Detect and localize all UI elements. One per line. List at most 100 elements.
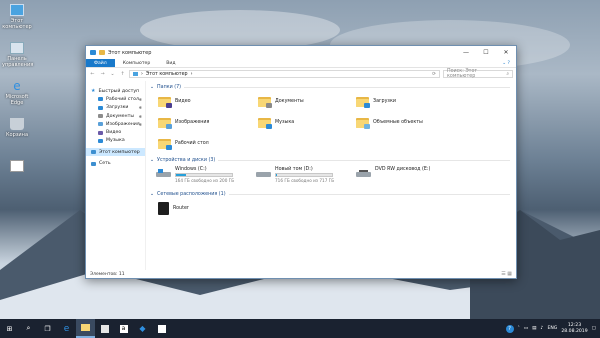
folder-item-downloads[interactable]: Загрузки <box>356 96 396 108</box>
quick-access-folder-icon[interactable] <box>99 50 105 55</box>
app-icon <box>157 324 166 333</box>
folder-item-pictures[interactable]: Изображения <box>158 117 209 129</box>
drive-label: DVD RW дисковод (E:) <box>375 167 431 172</box>
nav-item-downloads[interactable]: Загрузки ✱ <box>86 104 145 112</box>
chevron-up-icon[interactable]: ˄ <box>518 326 520 331</box>
group-title: Сетевые расположения (1) <box>157 192 226 197</box>
address-bar[interactable]: › Этот компьютер › ⟳ <box>129 70 440 78</box>
nav-item-label: Загрузки <box>106 105 129 111</box>
content-pane: ⌄ Папки (7) Видео Документы Загрузки Изо… <box>146 81 516 270</box>
nav-item-desktop[interactable]: Рабочий стол ✱ <box>86 95 145 103</box>
app-taskbar-button[interactable] <box>152 319 171 338</box>
recycle-bin-icon <box>10 118 24 130</box>
refresh-icon[interactable]: ⟳ <box>432 72 439 77</box>
battery-icon[interactable]: ▭ <box>524 326 528 331</box>
group-header-folders[interactable]: ⌄ Папки (7) <box>150 85 510 90</box>
forward-arrow-icon[interactable]: → <box>99 72 106 77</box>
nav-item-this-pc[interactable]: Этот компьютер <box>86 148 145 157</box>
title-bar[interactable]: Этот компьютер — ☐ ✕ <box>86 46 516 59</box>
drive-item-c[interactable]: Windows (C:) 164 ГБ свободно из 200 ГБ <box>156 167 234 183</box>
tab-file[interactable]: Файл <box>86 59 115 67</box>
computer-icon <box>133 72 138 76</box>
language-indicator[interactable]: ENG <box>547 326 557 331</box>
video-icon <box>98 130 103 135</box>
group-header-drives[interactable]: ⌄ Устройства и диски (3) <box>150 158 510 163</box>
group-header-network[interactable]: ⌄ Сетевые расположения (1) <box>150 192 510 197</box>
nav-item-documents[interactable]: Документы ✱ <box>86 112 145 120</box>
videos-folder-icon <box>158 96 172 108</box>
close-button[interactable]: ✕ <box>496 46 516 59</box>
explorer-window: Этот компьютер — ☐ ✕ Файл Компьютер Вид … <box>85 45 517 279</box>
folder-item-3d-objects[interactable]: Объемные объекты <box>356 117 423 129</box>
pictures-icon <box>98 122 103 127</box>
drive-usage-bar <box>175 173 233 177</box>
clock[interactable]: 12:23 28.08.2019 <box>561 323 587 334</box>
maximize-button[interactable]: ☐ <box>476 46 496 59</box>
pin-icon: ✱ <box>138 105 142 111</box>
notifications-icon[interactable]: ▢ <box>592 326 596 331</box>
nav-item-label: Быстрый доступ <box>98 88 140 94</box>
ribbon-tabs: Файл Компьютер Вид ⌄ ? <box>86 59 516 68</box>
desktop-icon-edge[interactable]: e Microsoft Edge <box>2 80 32 106</box>
address-root-chevron: › <box>141 71 143 77</box>
folder-label: Загрузки <box>373 99 396 104</box>
folder-item-music[interactable]: Музыка <box>258 117 294 129</box>
system-tray: ? ˄ ▭ ▤ ♪ ENG 12:23 28.08.2019 ▢ <box>505 323 600 334</box>
desktop-icon-control-panel[interactable]: Панель управления <box>2 42 33 68</box>
address-chevron: › <box>190 71 193 77</box>
nav-item-label: Музыка <box>106 138 125 144</box>
desktop-icon-shortcut[interactable] <box>2 160 32 174</box>
help-icon[interactable]: ? <box>505 324 514 333</box>
drive-capacity: 716 ГБ свободно из 717 ГБ <box>275 178 335 183</box>
desktop-icon-label: Microsoft Edge <box>5 94 29 106</box>
nav-item-label: Рабочий стол <box>106 96 139 102</box>
search-input[interactable]: Поиск: Этот компьютер ⌕ <box>443 69 513 79</box>
task-view-button[interactable]: ❐ <box>38 319 57 338</box>
chevron-down-icon: ⌄ <box>150 85 155 90</box>
nav-item-music[interactable]: Музыка <box>86 137 145 145</box>
nav-item-quick-access[interactable]: ★ Быстрый доступ <box>86 87 145 95</box>
dvd-drive-icon <box>356 169 371 179</box>
tab-computer[interactable]: Компьютер <box>115 59 159 67</box>
nav-item-network[interactable]: Сеть <box>86 159 145 167</box>
desktop-icon-computer[interactable]: Этот компьютер <box>2 4 32 30</box>
back-arrow-icon[interactable]: ← <box>89 72 96 77</box>
dropbox-icon: ◆ <box>139 324 146 333</box>
store-taskbar-button[interactable] <box>95 319 114 338</box>
tab-view[interactable]: Вид <box>158 59 183 67</box>
minimize-button[interactable]: — <box>456 46 476 59</box>
item-count: Элементов: 11 <box>90 271 125 277</box>
folder-item-documents[interactable]: Документы <box>258 96 304 108</box>
desktop-icon-recycle-bin[interactable]: Корзина <box>2 118 32 138</box>
start-button[interactable]: ⊞ <box>0 319 19 338</box>
control-panel-icon <box>10 42 24 54</box>
drive-item-e[interactable]: DVD RW дисковод (E:) <box>356 167 430 179</box>
view-toggle-icons[interactable]: ☰ ▦ <box>501 271 516 277</box>
downloads-folder-icon <box>356 96 370 108</box>
recent-dropdown-icon[interactable]: ⌄ <box>109 72 116 77</box>
amazon-taskbar-button[interactable]: a <box>114 319 133 338</box>
folder-item-desktop[interactable]: Рабочий стол <box>158 138 209 150</box>
network-item-router[interactable]: Router <box>158 202 189 215</box>
drive-item-d[interactable]: Новый том (D:) 716 ГБ свободно из 717 ГБ <box>256 167 334 183</box>
search-button[interactable]: ⌕ <box>19 319 38 338</box>
nav-item-label: Этот компьютер <box>99 149 140 155</box>
volume-icon[interactable]: ♪ <box>541 326 544 331</box>
dropbox-taskbar-button[interactable]: ◆ <box>133 319 152 338</box>
pin-icon: ✱ <box>138 121 142 127</box>
network-icon <box>91 161 96 166</box>
address-row: ← → ⌄ ↑ › Этот компьютер › ⟳ Поиск: Этот… <box>86 68 516 80</box>
help-button[interactable]: ⌄ ? <box>496 59 516 67</box>
nav-item-videos[interactable]: Видео <box>86 128 145 136</box>
drive-usage-fill <box>176 174 187 176</box>
network-icon[interactable]: ▤ <box>532 326 536 331</box>
explorer-taskbar-button[interactable] <box>76 319 95 338</box>
drive-usage-bar <box>275 173 333 177</box>
chevron-down-icon: ⌄ <box>150 158 155 163</box>
up-arrow-icon[interactable]: ↑ <box>119 72 126 77</box>
edge-taskbar-button[interactable]: e <box>57 319 76 338</box>
drive-label: Windows (C:) <box>175 167 207 172</box>
folder-item-videos[interactable]: Видео <box>158 96 191 108</box>
nav-item-pictures[interactable]: Изображения ✱ <box>86 120 145 128</box>
drive-usage-fill <box>276 174 277 176</box>
